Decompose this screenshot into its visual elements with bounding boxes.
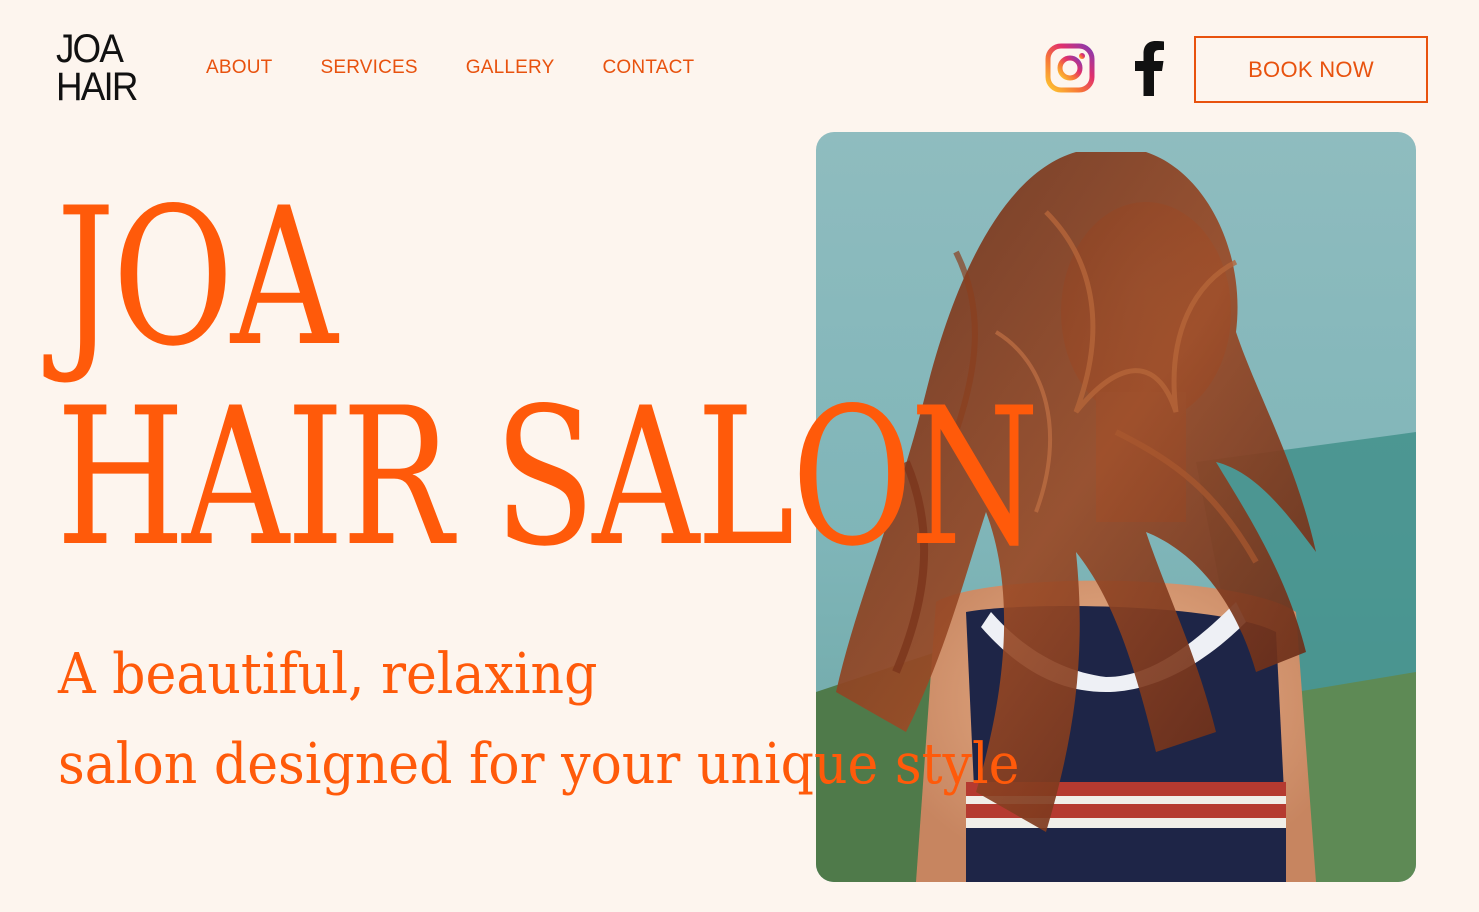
tagline-line-1: A beautiful, relaxing (58, 642, 598, 707)
nav-link-contact[interactable]: CONTACT (603, 57, 695, 79)
site-logo[interactable]: JOA HAIR (56, 27, 138, 109)
facebook-icon[interactable] (1129, 40, 1169, 96)
book-now-button[interactable]: BOOK NOW (1194, 36, 1428, 103)
logo-line-2: HAIR (56, 65, 138, 109)
tagline-line-2: salon designed for your unique style (58, 732, 1020, 797)
social-links (1045, 40, 1169, 96)
hero-title: JOA HAIR SALON (56, 167, 1040, 588)
hero-tagline: A beautiful, relaxing salon designed for… (58, 630, 1019, 810)
hero-title-line-2: HAIR SALON (56, 367, 1040, 588)
nav-link-gallery[interactable]: GALLERY (466, 57, 555, 79)
nav-link-about[interactable]: ABOUT (206, 57, 272, 79)
instagram-icon[interactable] (1045, 43, 1095, 93)
logo-line-1: JOA (56, 27, 124, 71)
nav-link-services[interactable]: SERVICES (320, 57, 417, 79)
hero-title-line-1: JOA (56, 167, 338, 388)
main-nav: ABOUT SERVICES GALLERY CONTACT (206, 57, 742, 79)
